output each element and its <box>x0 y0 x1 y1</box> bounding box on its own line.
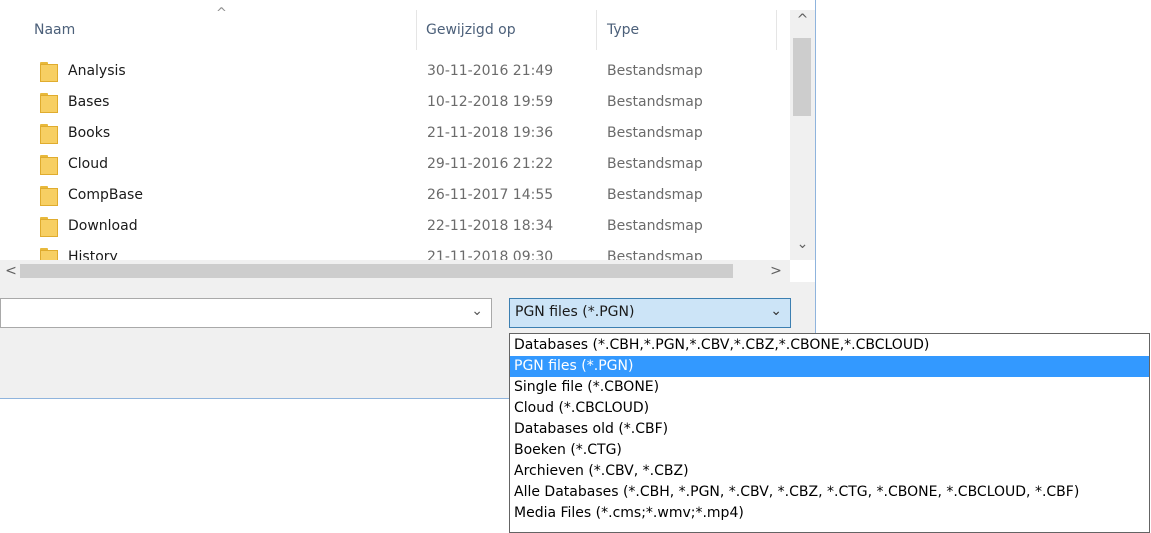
folder-icon <box>40 248 58 260</box>
file-row[interactable]: Analysis 30-11-2016 21:49 Bestandsmap <box>0 56 790 87</box>
dropdown-option[interactable]: Alle Databases (*.CBH, *.PGN, *.CBV, *.C… <box>510 482 1149 503</box>
column-header-type[interactable]: Type <box>607 22 639 38</box>
file-modified: 21-11-2018 19:36 <box>427 125 554 141</box>
file-row[interactable]: Books 21-11-2018 19:36 Bestandsmap <box>0 118 790 149</box>
scroll-up-icon[interactable]: ^ <box>790 12 815 34</box>
file-modified: 22-11-2018 18:34 <box>427 218 554 234</box>
file-modified: 21-11-2018 09:30 <box>427 249 554 260</box>
file-name: Download <box>68 218 138 234</box>
dropdown-option[interactable]: Single file (*.CBONE) <box>510 377 1149 398</box>
folder-icon <box>40 124 58 144</box>
folder-icon <box>40 62 58 82</box>
horizontal-scrollbar[interactable]: < > <box>0 260 790 282</box>
folder-icon <box>40 217 58 237</box>
column-divider[interactable] <box>596 10 597 50</box>
file-modified: 29-11-2016 21:22 <box>427 156 554 172</box>
file-type-dropdown-list: Databases (*.CBH,*.PGN,*.CBV,*.CBZ,*.CBO… <box>509 333 1150 533</box>
sort-up-icon: ^ <box>216 6 227 21</box>
file-row[interactable]: Download 22-11-2018 18:34 Bestandsmap <box>0 211 790 242</box>
file-row[interactable]: Bases 10-12-2018 19:59 Bestandsmap <box>0 87 790 118</box>
column-divider[interactable] <box>416 10 417 50</box>
file-type: Bestandsmap <box>607 125 703 141</box>
file-modified: 30-11-2016 21:49 <box>427 63 554 79</box>
chevron-down-icon[interactable]: ⌄ <box>471 303 483 319</box>
column-header-modified[interactable]: Gewijzigd op <box>426 22 516 38</box>
dropdown-option[interactable]: Databases (*.CBH,*.PGN,*.CBV,*.CBZ,*.CBO… <box>510 335 1149 356</box>
file-type: Bestandsmap <box>607 94 703 110</box>
scroll-left-icon[interactable]: < <box>2 260 20 282</box>
file-name: CompBase <box>68 187 143 203</box>
dropdown-option[interactable]: Boeken (*.CTG) <box>510 440 1149 461</box>
dropdown-option[interactable]: Archieven (*.CBV, *.CBZ) <box>510 461 1149 482</box>
file-name: Analysis <box>68 63 126 79</box>
column-divider[interactable] <box>776 10 777 50</box>
scroll-down-icon[interactable]: ⌄ <box>790 236 815 258</box>
folder-icon <box>40 155 58 175</box>
file-type-filter[interactable]: PGN files (*.PGN) ⌄ <box>509 298 791 328</box>
file-name: Cloud <box>68 156 108 172</box>
file-name: Books <box>68 125 111 141</box>
filename-combobox[interactable]: ⌄ <box>0 298 492 328</box>
vertical-scroll-thumb[interactable] <box>793 38 811 116</box>
file-type: Bestandsmap <box>607 187 703 203</box>
file-type: Bestandsmap <box>607 218 703 234</box>
file-row[interactable]: History 21-11-2018 09:30 Bestandsmap <box>0 242 790 260</box>
file-type-filter-value: PGN files (*.PGN) <box>515 304 635 320</box>
dropdown-option[interactable]: Databases old (*.CBF) <box>510 419 1149 440</box>
file-row[interactable]: Cloud 29-11-2016 21:22 Bestandsmap <box>0 149 790 180</box>
file-type: Bestandsmap <box>607 249 703 260</box>
horizontal-scroll-thumb[interactable] <box>20 264 733 278</box>
folder-icon <box>40 93 58 113</box>
vertical-scrollbar[interactable]: ^ ⌄ <box>790 10 815 260</box>
column-header-name[interactable]: Naam <box>34 22 75 38</box>
file-type: Bestandsmap <box>607 156 703 172</box>
file-list: Analysis 30-11-2016 21:49 Bestandsmap Ba… <box>0 56 790 260</box>
file-row[interactable]: CompBase 26-11-2017 14:55 Bestandsmap <box>0 180 790 211</box>
file-type: Bestandsmap <box>607 63 703 79</box>
file-name: History <box>68 249 118 260</box>
file-name: Bases <box>68 94 110 110</box>
dropdown-option-selected[interactable]: PGN files (*.PGN) <box>510 356 1149 377</box>
chevron-down-icon[interactable]: ⌄ <box>770 303 782 319</box>
scroll-right-icon[interactable]: > <box>766 260 786 282</box>
file-modified: 26-11-2017 14:55 <box>427 187 554 203</box>
dropdown-option[interactable]: Media Files (*.cms;*.wmv;*.mp4) <box>510 503 1149 524</box>
folder-icon <box>40 186 58 206</box>
column-header-row: Naam ^ Gewijzigd op Type <box>0 6 790 52</box>
dropdown-option[interactable]: Cloud (*.CBCLOUD) <box>510 398 1149 419</box>
file-modified: 10-12-2018 19:59 <box>427 94 554 110</box>
